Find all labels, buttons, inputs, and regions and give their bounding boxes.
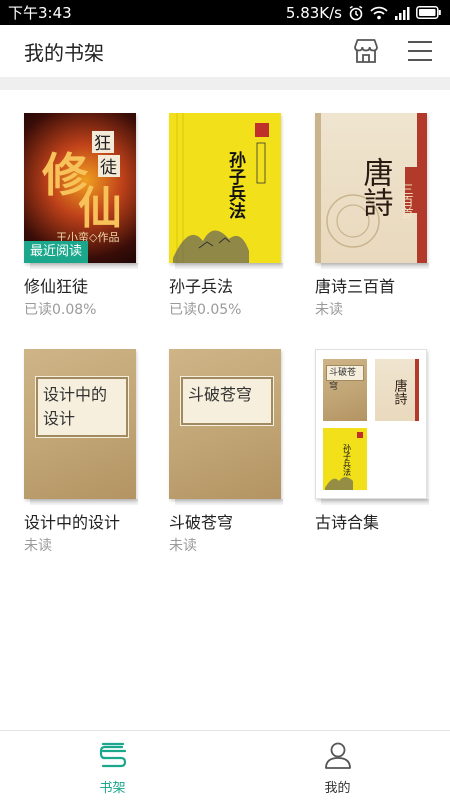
mini-cover: 孙子兵法 — [323, 428, 367, 490]
book-item[interactable]: 斗破苍穹 斗破苍穹 未读 — [169, 349, 283, 554]
tab-label: 书架 — [99, 781, 126, 796]
cover-big-char: 仙 — [78, 183, 122, 234]
collection-cover[interactable]: 斗破苍穹 唐詩 孙子兵法 — [315, 349, 427, 499]
book-shadow — [175, 499, 283, 505]
book-title: 唐诗三百首 — [315, 277, 396, 296]
app-header: 我的书架 — [0, 25, 450, 77]
cover-main-text: 唐詩 — [358, 157, 394, 217]
person-icon — [323, 741, 353, 773]
mini-cover: 唐詩 — [375, 359, 419, 421]
cover-label: 斗破苍穹 — [180, 376, 274, 426]
book-cover[interactable]: 三百首 唐詩 — [315, 113, 427, 263]
book-title: 修仙狂徒 — [24, 277, 89, 296]
book-shadow — [30, 263, 138, 269]
book-shadow — [321, 499, 429, 505]
mini-cover-text: 孙子兵法 — [343, 443, 352, 477]
book-item[interactable]: 孙子兵法 孙子兵法 已读0.05% — [169, 113, 283, 318]
book-shadow — [30, 499, 138, 505]
cover-tag-char: 狂 — [94, 134, 111, 154]
book-progress: 已读0.05% — [169, 302, 242, 318]
book-item[interactable]: 设计中的设计 设计中的设计 未读 — [24, 349, 138, 554]
book-shadow — [175, 263, 283, 269]
book-item[interactable]: 修 仙 狂 徒 王小蛮◇作品 最近阅读 修仙狂徒 已读0.08% — [24, 113, 138, 318]
book-cover[interactable]: 修 仙 狂 徒 王小蛮◇作品 最近阅读 — [24, 113, 136, 263]
tab-label: 我的 — [324, 781, 351, 796]
mini-cover: 斗破苍穹 — [323, 359, 367, 421]
book-cover[interactable]: 孙子兵法 — [169, 113, 281, 263]
cover-main-text: 孙子兵法 — [225, 150, 246, 220]
battery-icon — [416, 6, 442, 19]
book-progress: 未读 — [24, 538, 52, 554]
book-collection[interactable]: 斗破苍穹 唐詩 孙子兵法 古诗合集 — [315, 349, 429, 532]
store-icon[interactable] — [352, 37, 380, 65]
book-title: 斗破苍穹 — [169, 513, 234, 532]
header-divider — [0, 77, 450, 90]
alarm-icon — [348, 5, 364, 21]
book-title: 孙子兵法 — [169, 277, 234, 296]
book-title: 设计中的设计 — [24, 513, 121, 532]
book-shadow — [321, 263, 429, 269]
page-title: 我的书架 — [24, 40, 104, 65]
book-cover[interactable]: 斗破苍穹 — [169, 349, 281, 499]
signal-icon — [394, 6, 410, 20]
status-time: 下午3:43 — [8, 4, 72, 22]
bottom-tab-bar: 书架 我的 — [0, 730, 450, 800]
book-progress: 未读 — [315, 302, 343, 318]
recent-read-badge: 最近阅读 — [24, 241, 89, 263]
wifi-icon — [370, 6, 388, 20]
mini-cover-text: 唐詩 — [392, 378, 408, 405]
book-cover[interactable]: 设计中的设计 — [24, 349, 136, 499]
tab-bookshelf[interactable]: 书架 — [0, 731, 225, 800]
book-item[interactable]: 三百首 唐詩 唐诗三百首 未读 — [315, 113, 429, 318]
cover-side-text: 三百首 — [400, 183, 414, 219]
status-bar: 下午3:43 5.83K/s — [0, 0, 450, 25]
bookshelf-icon — [98, 741, 128, 773]
book-progress: 已读0.08% — [24, 302, 97, 318]
cover-label: 设计中的设计 — [35, 376, 129, 438]
status-speed: 5.83K/s — [285, 3, 342, 22]
tab-profile[interactable]: 我的 — [225, 731, 450, 800]
book-title: 古诗合集 — [315, 513, 380, 532]
book-progress: 未读 — [169, 538, 197, 554]
cover-tag-char: 徒 — [100, 158, 117, 178]
mini-cover-label: 斗破苍穹 — [326, 365, 364, 392]
menu-icon[interactable] — [406, 37, 434, 65]
